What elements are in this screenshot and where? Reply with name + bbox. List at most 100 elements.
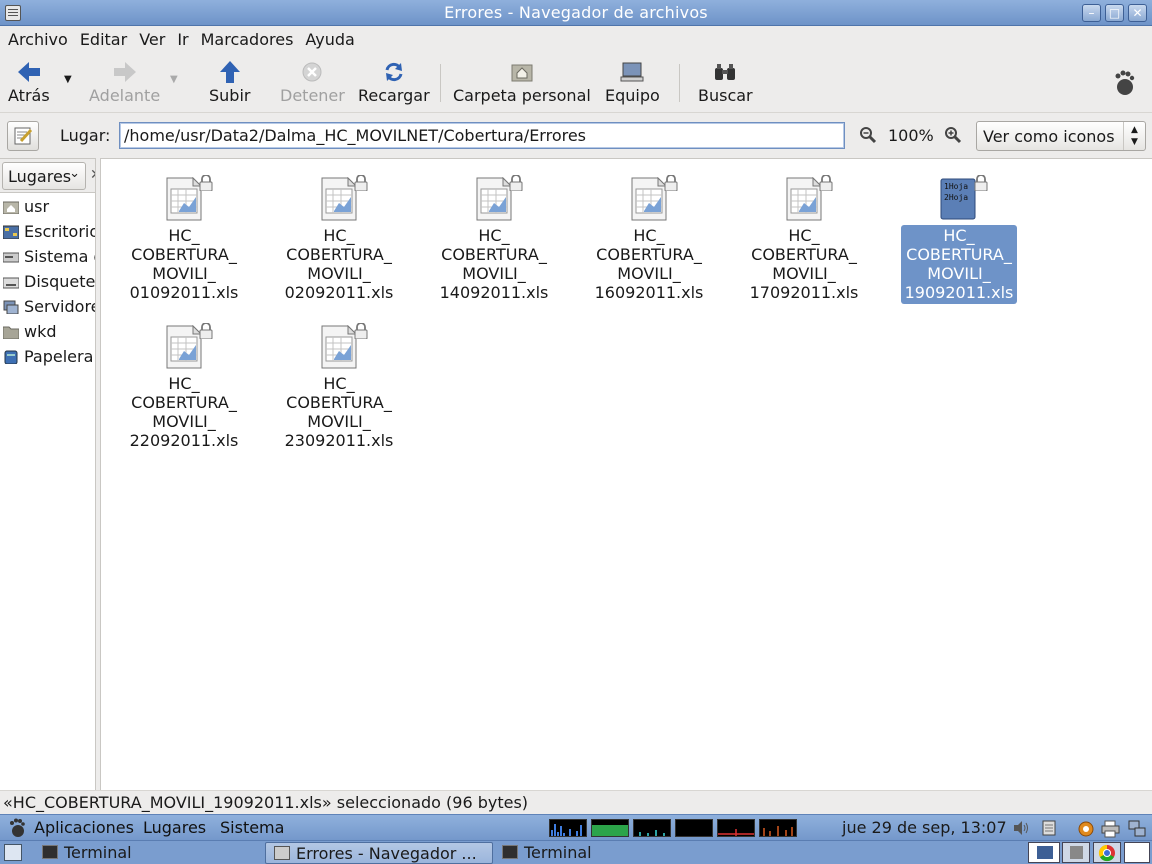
floppy-icon: [3, 277, 19, 288]
task-file-browser[interactable]: Errores - Navegador ...: [265, 842, 493, 864]
svg-text:2Hoja: 2Hoja: [944, 193, 968, 202]
menu-marcadores[interactable]: Marcadores: [195, 26, 300, 52]
sidebar-item-servidores[interactable]: Servidores: [0, 294, 95, 319]
sidebar-item-usr[interactable]: usr: [0, 194, 95, 219]
spreadsheet-icon: [320, 174, 368, 221]
menu-ayuda[interactable]: Ayuda: [299, 26, 360, 52]
applications-menu[interactable]: Aplicaciones: [34, 818, 134, 837]
task-terminal-2[interactable]: Terminal: [494, 842, 720, 864]
close-button[interactable]: ✕: [1128, 4, 1147, 22]
zoom-in-icon[interactable]: [944, 126, 962, 148]
reload-button[interactable]: Recargar: [358, 60, 430, 105]
file-item[interactable]: HC_ COBERTURA_ MOVILI_ 16092011.xls: [591, 174, 707, 304]
network-manager-icon[interactable]: [1128, 820, 1146, 837]
lock-icon: [973, 174, 989, 192]
up-label: Subir: [209, 86, 251, 105]
edit-location-icon: [14, 127, 33, 145]
load-monitor-graph[interactable]: [717, 819, 755, 837]
svg-text:1Hoja: 1Hoja: [944, 182, 968, 191]
update-notifier-icon[interactable]: [1077, 820, 1094, 837]
location-input[interactable]: /home/usr/Data2/Dalma_HC_MOVILNET/Cobert…: [119, 122, 845, 149]
gnome-foot-icon[interactable]: [8, 818, 26, 842]
binoculars-icon: [698, 60, 753, 84]
workspace-2[interactable]: [1062, 842, 1090, 863]
filesystem-icon: [3, 252, 19, 262]
search-button[interactable]: Buscar: [698, 60, 753, 105]
back-button[interactable]: Atrás: [8, 60, 50, 105]
file-item[interactable]: HC_ COBERTURA_ MOVILI_ 22092011.xls: [126, 322, 242, 452]
sidebar-item-disquetera[interactable]: Disquetera: [0, 269, 95, 294]
file-item[interactable]: HC_ COBERTURA_ MOVILI_ 14092011.xls: [436, 174, 552, 304]
workspace-4[interactable]: [1124, 842, 1150, 863]
sidebar-item-label: wkd: [24, 322, 57, 341]
sidebar-mode-select[interactable]: Lugares ⌄: [2, 162, 86, 190]
file-item[interactable]: HC_ COBERTURA_ MOVILI_ 17092011.xls: [746, 174, 862, 304]
location-toggle-button[interactable]: [7, 121, 39, 151]
zoom-level[interactable]: 100%: [888, 126, 934, 145]
workspace-3[interactable]: [1093, 842, 1121, 863]
file-name: HC_ COBERTURA_ MOVILI_ 17092011.xls: [749, 226, 859, 302]
stop-button[interactable]: Detener: [280, 60, 345, 105]
printer-icon[interactable]: [1101, 820, 1120, 838]
chevron-down-icon: ⌄: [69, 166, 80, 181]
lock-icon: [508, 174, 524, 192]
sidebar-item-papelera[interactable]: Papelera: [0, 344, 95, 369]
location-bar: Lugar: /home/usr/Data2/Dalma_HC_MOVILNET…: [0, 112, 1152, 158]
terminal-icon: [502, 845, 518, 859]
spreadsheet-icon: [320, 322, 368, 369]
workspace-1[interactable]: [1028, 842, 1060, 863]
reload-icon: [358, 60, 430, 84]
file-name: HC_ COBERTURA_ MOVILI_ 01092011.xls: [129, 226, 239, 302]
minimize-button[interactable]: –: [1082, 4, 1101, 22]
sidebar-item-label: Servidores: [24, 297, 95, 316]
places-menu[interactable]: Lugares: [143, 818, 206, 837]
panel-clock[interactable]: jue 29 de sep, 13:07: [842, 818, 1007, 837]
sidebar-item-wkd[interactable]: wkd: [0, 319, 95, 344]
forward-button[interactable]: Adelante: [89, 60, 160, 105]
back-history-dropdown[interactable]: ▼: [64, 74, 72, 85]
disk-monitor-graph[interactable]: [759, 819, 797, 837]
terminal-icon: [42, 845, 58, 859]
memory-monitor-graph[interactable]: [591, 819, 629, 837]
task-label: Terminal: [524, 843, 592, 862]
zoom-out-icon[interactable]: [859, 126, 877, 148]
spreadsheet-icon: [165, 322, 213, 369]
task-terminal-1[interactable]: Terminal: [34, 842, 260, 864]
network-icon: [3, 300, 19, 314]
system-menu[interactable]: Sistema: [220, 818, 284, 837]
network-monitor-graph[interactable]: [633, 819, 671, 837]
home-folder-label: Carpeta personal: [453, 86, 591, 105]
places-sidebar: Lugares ⌄ ✕ usr Escritorio Sistema de Di…: [0, 158, 102, 790]
show-desktop-icon[interactable]: [4, 844, 22, 861]
maximize-button[interactable]: □: [1105, 4, 1124, 22]
sidebar-item-label: Disquetera: [24, 272, 95, 291]
lock-icon: [818, 174, 834, 192]
view-mode-label: Ver como iconos: [983, 127, 1115, 146]
window-title: Errores - Navegador de archivos: [444, 3, 708, 22]
sidebar-item-escritorio[interactable]: Escritorio: [0, 219, 95, 244]
file-item[interactable]: HC_ COBERTURA_ MOVILI_ 23092011.xls: [281, 322, 397, 452]
menu-editar[interactable]: Editar: [74, 26, 133, 52]
menu-ir[interactable]: Ir: [171, 26, 194, 52]
stop-icon: [280, 60, 345, 84]
home-folder-button[interactable]: Carpeta personal: [453, 60, 591, 105]
cpu-monitor-graph[interactable]: [549, 819, 587, 837]
forward-history-dropdown[interactable]: ▼: [170, 74, 178, 85]
file-item[interactable]: 1Hoja 2Hoja HC_ COBERTURA_ MOVILI_ 19092011.x…: [901, 174, 1017, 304]
file-item[interactable]: HC_ COBERTURA_ MOVILI_ 02092011.xls: [281, 174, 397, 304]
spreadsheet-icon: [165, 174, 213, 221]
clipboard-icon[interactable]: [1041, 820, 1058, 836]
lock-icon: [198, 322, 214, 340]
forward-arrow-icon: [89, 60, 160, 84]
computer-button[interactable]: Equipo: [605, 60, 660, 105]
view-mode-select[interactable]: Ver como iconos ▲ ▼: [976, 121, 1146, 151]
sidebar-item-sistema[interactable]: Sistema de: [0, 244, 95, 269]
back-label: Atrás: [8, 86, 50, 105]
volume-icon[interactable]: [1013, 820, 1030, 836]
menu-ver[interactable]: Ver: [133, 26, 171, 52]
swap-monitor-graph[interactable]: [675, 819, 713, 837]
menu-archivo[interactable]: Archivo: [2, 26, 74, 52]
up-button[interactable]: Subir: [209, 60, 250, 105]
file-item[interactable]: HC_ COBERTURA_ MOVILI_ 01092011.xls: [126, 174, 242, 304]
file-name: HC_ COBERTURA_ MOVILI_ 14092011.xls: [439, 226, 549, 302]
